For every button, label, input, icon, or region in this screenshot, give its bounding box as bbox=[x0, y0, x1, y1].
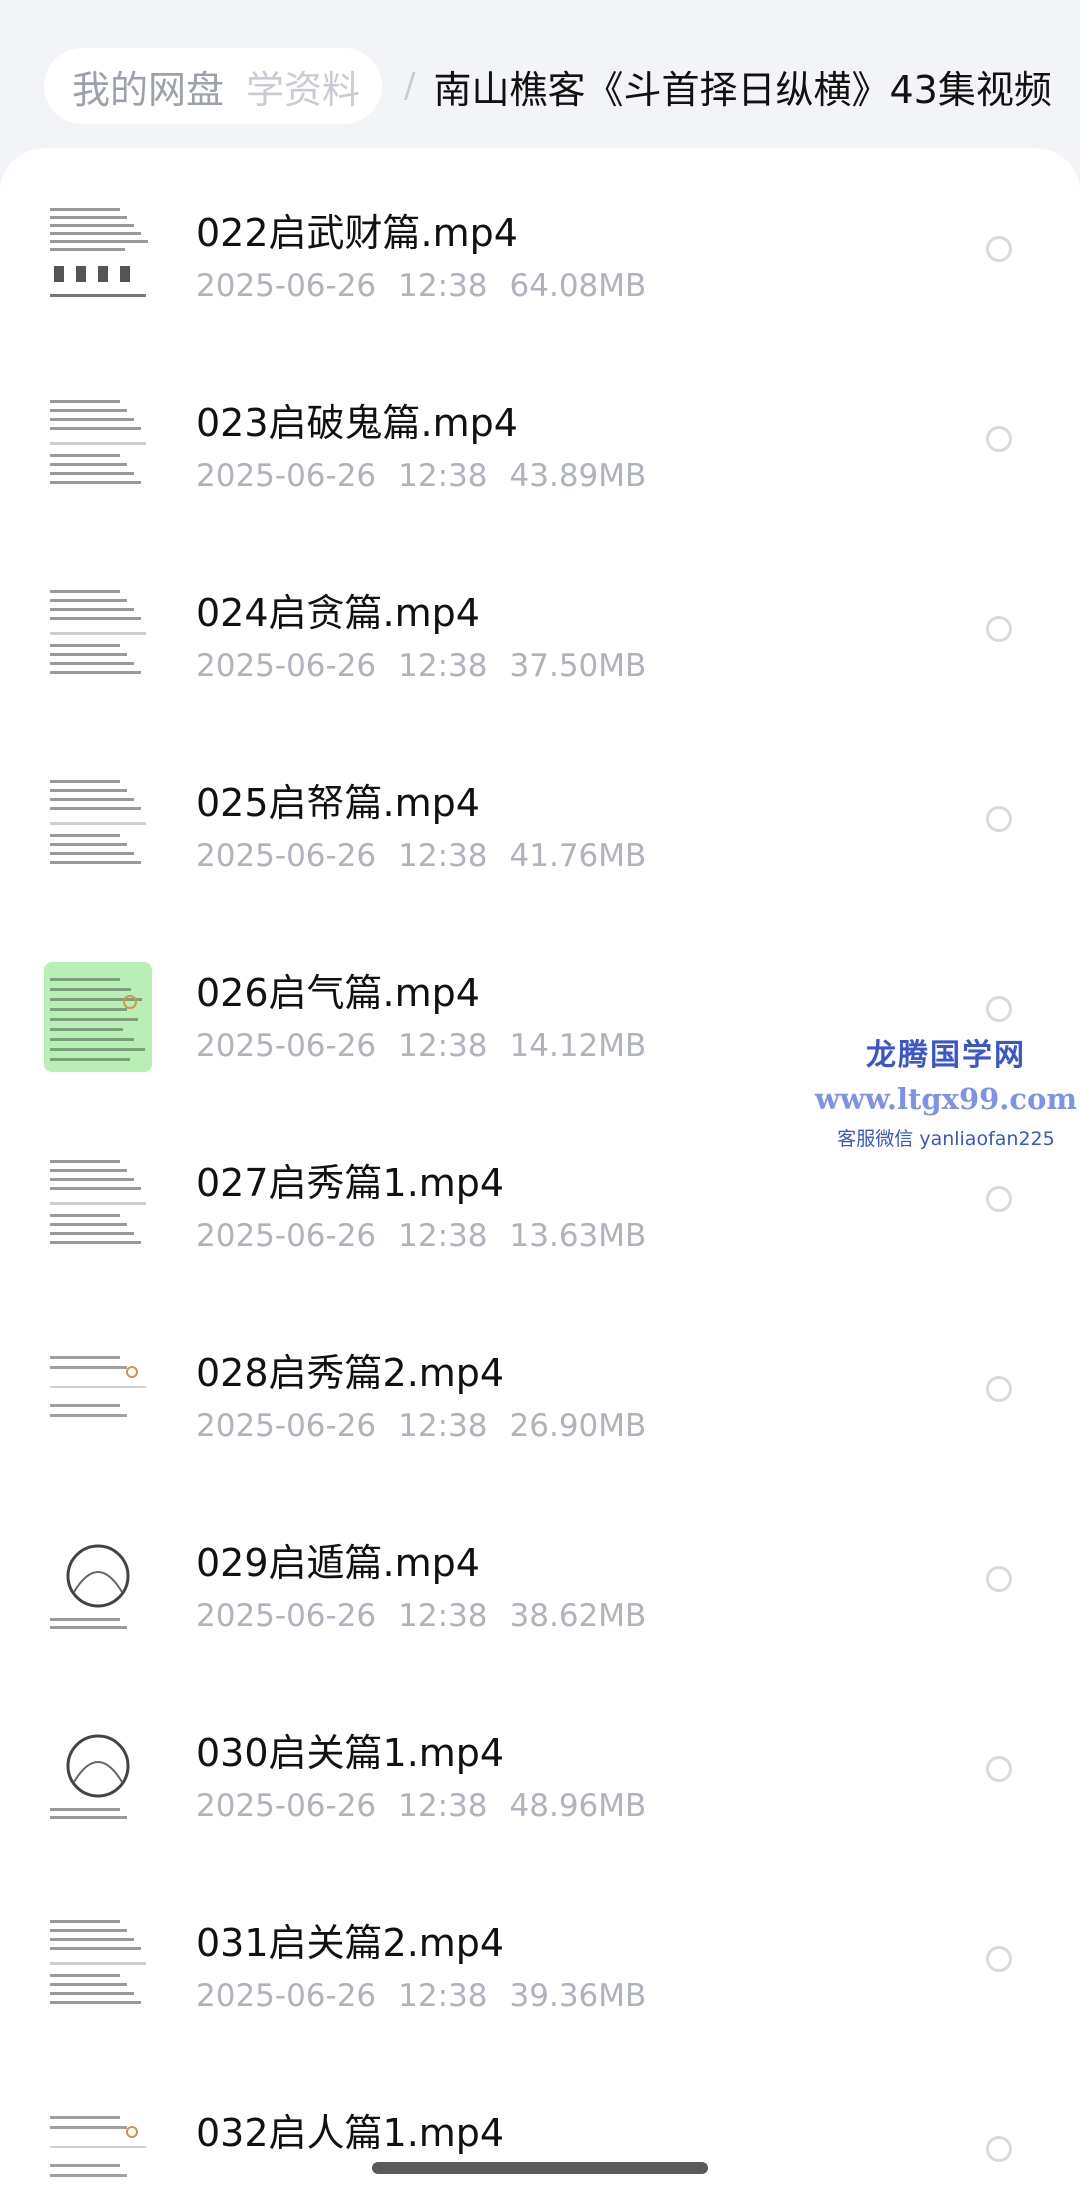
select-radio[interactable] bbox=[986, 1946, 1012, 1972]
file-date: 2025-06-26 bbox=[196, 1788, 377, 1824]
file-time: 12:38 bbox=[398, 458, 488, 494]
file-row[interactable]: 025启帑篇.mp4 2025-06-26 12:38 41.76MB bbox=[0, 742, 1080, 932]
file-meta: 2025-06-26 12:38 14.12MB bbox=[196, 1028, 646, 1064]
file-thumbnail bbox=[44, 772, 152, 882]
home-indicator[interactable] bbox=[372, 2162, 708, 2174]
file-meta: 2025-06-26 12:38 37.50MB bbox=[196, 648, 646, 684]
select-radio[interactable] bbox=[986, 1186, 1012, 1212]
file-thumbnail bbox=[44, 1722, 152, 1832]
file-thumbnail bbox=[44, 2102, 152, 2204]
file-list: 022启武财篇.mp4 2025-06-26 12:38 64.08MB 023启破鬼篇… bbox=[0, 148, 1080, 2204]
file-size: 41.76MB bbox=[509, 838, 647, 874]
file-thumbnail bbox=[44, 1912, 152, 2022]
file-date: 2025-06-26 bbox=[196, 1218, 377, 1254]
select-radio[interactable] bbox=[986, 806, 1012, 832]
file-meta: 2025-06-26 12:38 41.76MB bbox=[196, 838, 646, 874]
select-radio[interactable] bbox=[986, 2136, 1012, 2162]
file-date: 2025-06-26 bbox=[196, 648, 377, 684]
file-time: 12:38 bbox=[398, 1788, 488, 1824]
file-meta: 2025-06-26 12:38 64.08MB bbox=[196, 268, 646, 304]
breadcrumb-current-folder: 南山樵客《斗首择日纵横》43集视频 bbox=[433, 67, 1052, 112]
file-size: 48.96MB bbox=[509, 1788, 647, 1824]
file-thumbnail bbox=[44, 962, 152, 1072]
file-date: 2025-06-26 bbox=[196, 458, 377, 494]
file-time: 12:38 bbox=[398, 648, 488, 684]
select-radio[interactable] bbox=[986, 1756, 1012, 1782]
file-name: 023启破鬼篇.mp4 bbox=[196, 401, 518, 445]
file-name: 030启关篇1.mp4 bbox=[196, 1731, 505, 1775]
file-row[interactable]: 032启人篇1.mp4 bbox=[0, 2072, 1080, 2204]
file-size: 43.89MB bbox=[509, 458, 647, 494]
file-time: 12:38 bbox=[398, 1978, 488, 2014]
file-date: 2025-06-26 bbox=[196, 1978, 377, 2014]
file-name: 029启遁篇.mp4 bbox=[196, 1541, 480, 1585]
file-row[interactable]: 022启武财篇.mp4 2025-06-26 12:38 64.08MB bbox=[0, 172, 1080, 362]
file-meta: 2025-06-26 12:38 48.96MB bbox=[196, 1788, 646, 1824]
file-date: 2025-06-26 bbox=[196, 838, 377, 874]
breadcrumb: 我的网盘 学资料 / 南山樵客《斗首择日纵横》43集视频 bbox=[44, 48, 1054, 124]
file-time: 12:38 bbox=[398, 838, 488, 874]
file-row[interactable]: 029启遁篇.mp4 2025-06-26 12:38 38.62MB bbox=[0, 1502, 1080, 1692]
file-thumbnail bbox=[44, 1152, 152, 1262]
select-radio[interactable] bbox=[986, 1566, 1012, 1592]
file-name: 022启武财篇.mp4 bbox=[196, 211, 518, 255]
file-name: 032启人篇1.mp4 bbox=[196, 2111, 505, 2155]
file-meta: 2025-06-26 12:38 39.36MB bbox=[196, 1978, 646, 2014]
file-time: 12:38 bbox=[398, 1408, 488, 1444]
file-time: 12:38 bbox=[398, 268, 488, 304]
file-meta: 2025-06-26 12:38 38.62MB bbox=[196, 1598, 646, 1634]
file-size: 14.12MB bbox=[509, 1028, 647, 1064]
file-size: 37.50MB bbox=[509, 648, 647, 684]
file-meta bbox=[196, 2168, 240, 2204]
breadcrumb-separator: / bbox=[404, 66, 416, 106]
select-radio[interactable] bbox=[986, 236, 1012, 262]
file-size: 26.90MB bbox=[509, 1408, 647, 1444]
file-row[interactable]: 024启贪篇.mp4 2025-06-26 12:38 37.50MB bbox=[0, 552, 1080, 742]
select-radio[interactable] bbox=[986, 426, 1012, 452]
file-name: 027启秀篇1.mp4 bbox=[196, 1161, 505, 1205]
file-date: 2025-06-26 bbox=[196, 1598, 377, 1634]
file-size: 39.36MB bbox=[509, 1978, 647, 2014]
select-radio[interactable] bbox=[986, 1376, 1012, 1402]
file-thumbnail bbox=[44, 1342, 152, 1452]
file-time: 12:38 bbox=[398, 1028, 488, 1064]
file-time: 12:38 bbox=[398, 1218, 488, 1254]
file-size: 13.63MB bbox=[509, 1218, 647, 1254]
file-row[interactable]: 023启破鬼篇.mp4 2025-06-26 12:38 43.89MB bbox=[0, 362, 1080, 552]
select-radio[interactable] bbox=[986, 616, 1012, 642]
breadcrumb-parent[interactable]: 学资料 bbox=[246, 59, 360, 114]
select-radio[interactable] bbox=[986, 996, 1012, 1022]
file-name: 031启关篇2.mp4 bbox=[196, 1921, 505, 1965]
file-meta: 2025-06-26 12:38 43.89MB bbox=[196, 458, 646, 494]
breadcrumb-root[interactable]: 我的网盘 bbox=[72, 59, 224, 114]
file-meta: 2025-06-26 12:38 26.90MB bbox=[196, 1408, 646, 1444]
file-thumbnail bbox=[44, 392, 152, 502]
file-date: 2025-06-26 bbox=[196, 268, 377, 304]
file-row[interactable]: 028启秀篇2.mp4 2025-06-26 12:38 26.90MB bbox=[0, 1312, 1080, 1502]
file-thumbnail bbox=[44, 582, 152, 692]
file-name: 026启气篇.mp4 bbox=[196, 971, 480, 1015]
screen: 我的网盘 学资料 / 南山樵客《斗首择日纵横》43集视频 022启武财篇.mp4… bbox=[0, 0, 1080, 2204]
file-thumbnail bbox=[44, 202, 152, 312]
file-size: 64.08MB bbox=[509, 268, 647, 304]
file-meta: 2025-06-26 12:38 13.63MB bbox=[196, 1218, 646, 1254]
breadcrumb-root-pill[interactable]: 我的网盘 学资料 bbox=[44, 48, 383, 124]
file-date: 2025-06-26 bbox=[196, 1028, 377, 1064]
file-row[interactable]: 030启关篇1.mp4 2025-06-26 12:38 48.96MB bbox=[0, 1692, 1080, 1882]
file-name: 024启贪篇.mp4 bbox=[196, 591, 480, 635]
file-name: 028启秀篇2.mp4 bbox=[196, 1351, 505, 1395]
file-row[interactable]: 027启秀篇1.mp4 2025-06-26 12:38 13.63MB bbox=[0, 1122, 1080, 1312]
file-date: 2025-06-26 bbox=[196, 1408, 377, 1444]
file-thumbnail bbox=[44, 1532, 152, 1642]
file-name: 025启帑篇.mp4 bbox=[196, 781, 480, 825]
file-row[interactable]: 031启关篇2.mp4 2025-06-26 12:38 39.36MB bbox=[0, 1882, 1080, 2072]
file-size: 38.62MB bbox=[509, 1598, 647, 1634]
file-row[interactable]: 026启气篇.mp4 2025-06-26 12:38 14.12MB bbox=[0, 932, 1080, 1122]
file-time: 12:38 bbox=[398, 1598, 488, 1634]
